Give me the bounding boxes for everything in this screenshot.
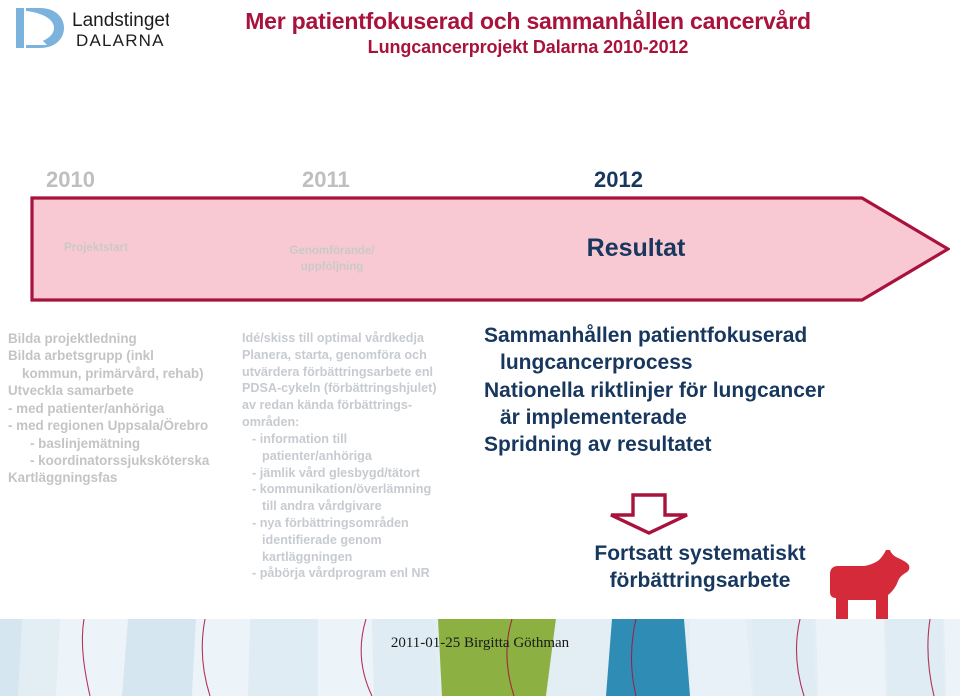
detail-line: Planera, starta, genomföra och bbox=[242, 347, 427, 362]
footer-text: 2011-01-25 Birgitta Göthman bbox=[390, 635, 570, 651]
footer-green-band bbox=[438, 619, 556, 696]
landstinget-dalarna-logo: Landstinget DALARNA bbox=[14, 4, 169, 52]
detail-line: till andra vårdgivare bbox=[262, 499, 382, 514]
title-block: Mer patientfokuserad och sammanhållen ca… bbox=[178, 8, 878, 59]
result-line: Nationella riktlinjer för lungcancer bbox=[484, 378, 825, 402]
slide: Landstinget DALARNA Mer patientfokuserad… bbox=[0, 0, 960, 696]
detail-line: - påbörja vårdprogram enl NR bbox=[252, 566, 430, 581]
detail-line: - baslinjemätning bbox=[30, 435, 141, 451]
year-label-2010: 2010 bbox=[46, 167, 95, 192]
phase-label-genomforande-line1: Genomförande/ bbox=[289, 245, 375, 257]
logo-mark-icon bbox=[16, 8, 64, 48]
phase-label-projektstart: Projektstart bbox=[64, 242, 128, 254]
detail-line: utvärdera förbättringsarbete enl bbox=[242, 364, 434, 379]
detail-line: - nya förbättringsområden bbox=[252, 515, 409, 530]
detail-line: - med regionen Uppsala/Örebro bbox=[8, 418, 209, 434]
dala-horse-icon bbox=[824, 548, 934, 626]
timeline-arrow bbox=[30, 196, 950, 302]
phase-2012-results: Sammanhållen patientfokuserad lungcancer… bbox=[484, 322, 954, 458]
detail-line: - kommunikation/överlämning bbox=[252, 482, 432, 497]
detail-line: kommun, primärvård, rehab) bbox=[22, 365, 204, 381]
footer-blue-band bbox=[606, 619, 690, 696]
page-title: Mer patientfokuserad och sammanhållen ca… bbox=[245, 8, 811, 34]
detail-line: Bilda projektledning bbox=[8, 331, 137, 346]
result-line: lungcancerprocess bbox=[500, 351, 693, 375]
detail-line: Bilda arbetsgrupp (inkl bbox=[8, 348, 154, 364]
detail-line: - koordinatorssjuksköterska bbox=[30, 452, 210, 468]
detail-line: Utveckla samarbete bbox=[8, 383, 134, 399]
detail-line: områden: bbox=[242, 415, 300, 430]
detail-line: Idé/skiss till optimal vårdkedja bbox=[242, 331, 424, 345]
phase-label-genomforande: Genomförande/ uppföljning bbox=[262, 243, 402, 276]
detail-line: - jämlik vård glesbygd/tätort bbox=[252, 465, 420, 480]
phase-label-resultat: Resultat bbox=[586, 234, 686, 262]
detail-line: kartläggningen bbox=[262, 549, 353, 564]
logo-text-line2: DALARNA bbox=[76, 31, 165, 50]
timeline-years: 2010 2011 2012 bbox=[0, 166, 960, 196]
year-label-2012: 2012 bbox=[594, 167, 643, 192]
result-line: är implementerade bbox=[500, 405, 687, 429]
detail-line: Kartläggningsfas bbox=[8, 470, 118, 486]
result-line: Spridning av resultatet bbox=[484, 433, 712, 457]
phase-2011-details: Idé/skiss till optimal vårdkedja Planera… bbox=[242, 330, 486, 582]
year-label-2011: 2011 bbox=[302, 167, 350, 192]
detail-line: - information till bbox=[252, 431, 348, 446]
result-line: Sammanhållen patientfokuserad bbox=[484, 324, 808, 347]
logo-text-line1: Landstinget bbox=[72, 10, 169, 31]
detail-line: PDSA-cykeln (förbättringshjulet) bbox=[242, 381, 437, 396]
detail-line: - med patienter/anhöriga bbox=[8, 400, 165, 416]
phase-label-genomforande-line2: uppföljning bbox=[300, 261, 364, 274]
down-arrow-icon bbox=[607, 492, 691, 536]
detail-line: identifierade genom bbox=[262, 532, 382, 547]
detail-line: av redan kända förbättrings- bbox=[242, 398, 413, 413]
page-subtitle: Lungcancerprojekt Dalarna 2010-2012 bbox=[367, 37, 689, 58]
footer-decoration bbox=[0, 619, 960, 696]
detail-line: patienter/anhöriga bbox=[262, 448, 372, 463]
phase-2010-details: Bilda projektledning Bilda arbetsgrupp (… bbox=[8, 330, 240, 487]
